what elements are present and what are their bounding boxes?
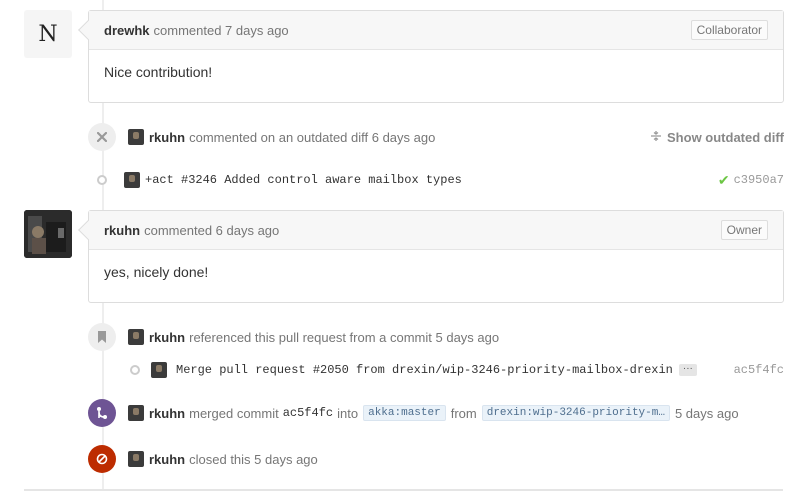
event-author[interactable]: rkuhn: [149, 130, 185, 145]
avatar[interactable]: [128, 405, 144, 421]
merge-text: merged commit: [189, 405, 279, 421]
bookmark-icon: [88, 323, 116, 351]
commit-message[interactable]: +act #3246 Added control aware mailbox t…: [145, 173, 462, 187]
head-branch[interactable]: drexin:wip-3246-priority-m…: [481, 405, 670, 421]
event-author[interactable]: rkuhn: [149, 330, 185, 345]
event-action: commented on an outdated diff 6 days ago: [189, 129, 436, 145]
merge-into-text: into: [337, 405, 359, 421]
avatar[interactable]: [128, 329, 144, 345]
merge-from-text: from: [450, 405, 477, 421]
timeline-end-divider: [24, 489, 783, 491]
x-icon: [88, 123, 116, 151]
closed-event: rkuhn closed this 5 days ago: [88, 444, 784, 474]
comment-action[interactable]: commented 7 days ago: [154, 23, 289, 38]
comment: drewhk commented 7 days ago Collaborator…: [78, 10, 784, 103]
commit-sha[interactable]: ac5f4fc: [734, 363, 784, 377]
avatar[interactable]: [128, 129, 144, 145]
event-action: closed this 5 days ago: [189, 451, 318, 467]
avatar[interactable]: [124, 172, 140, 188]
base-branch[interactable]: akka:master: [363, 405, 446, 421]
expand-commit-button[interactable]: ···: [678, 364, 697, 376]
avatar[interactable]: [24, 210, 72, 258]
comment-header: rkuhn commented 6 days ago Owner: [89, 211, 783, 250]
outdated-diff-event: rkuhn commented on an outdated diff 6 da…: [88, 122, 784, 152]
comment-author[interactable]: drewhk: [104, 23, 150, 38]
merge-icon: [88, 399, 116, 427]
commit-row: Merge pull request #2050 from drexin/wip…: [120, 360, 784, 380]
closed-icon: [88, 445, 116, 473]
commit-icon: [97, 175, 107, 185]
show-outdated-diff-button[interactable]: Show outdated diff: [650, 130, 784, 145]
comment-body: Nice contribution!: [104, 64, 213, 80]
comment-action[interactable]: commented 6 days ago: [144, 223, 279, 238]
merge-time: 5 days ago: [674, 405, 739, 421]
commit-row: +act #3246 Added control aware mailbox t…: [88, 170, 784, 190]
avatar[interactable]: N: [24, 10, 72, 58]
avatar-letter: N: [38, 21, 58, 47]
comment-author[interactable]: rkuhn: [104, 223, 140, 238]
comment: rkuhn commented 6 days ago Owner yes, ni…: [78, 210, 784, 303]
check-icon[interactable]: ✔: [718, 172, 730, 189]
avatar[interactable]: [151, 362, 167, 378]
avatar[interactable]: [128, 451, 144, 467]
merge-sha[interactable]: ac5f4fc: [283, 406, 333, 420]
event-author[interactable]: rkuhn: [149, 452, 185, 467]
commit-sha[interactable]: c3950a7: [734, 173, 784, 187]
comment-body: yes, nicely done!: [104, 264, 209, 280]
comment-header: drewhk commented 7 days ago Collaborator: [89, 11, 783, 50]
event-action: referenced this pull request from a comm…: [189, 329, 500, 345]
merge-event: rkuhn merged commit ac5f4fc into akka:ma…: [88, 398, 784, 428]
event-author[interactable]: rkuhn: [149, 406, 185, 421]
role-badge: Owner: [720, 220, 768, 240]
fold-icon: [650, 130, 662, 145]
role-badge: Collaborator: [690, 20, 768, 40]
commit-icon: [130, 365, 140, 375]
show-outdated-diff-label[interactable]: Show outdated diff: [667, 130, 784, 145]
commit-message[interactable]: Merge pull request #2050 from drexin/wip…: [176, 363, 673, 377]
reference-event: rkuhn referenced this pull request from …: [88, 322, 784, 352]
